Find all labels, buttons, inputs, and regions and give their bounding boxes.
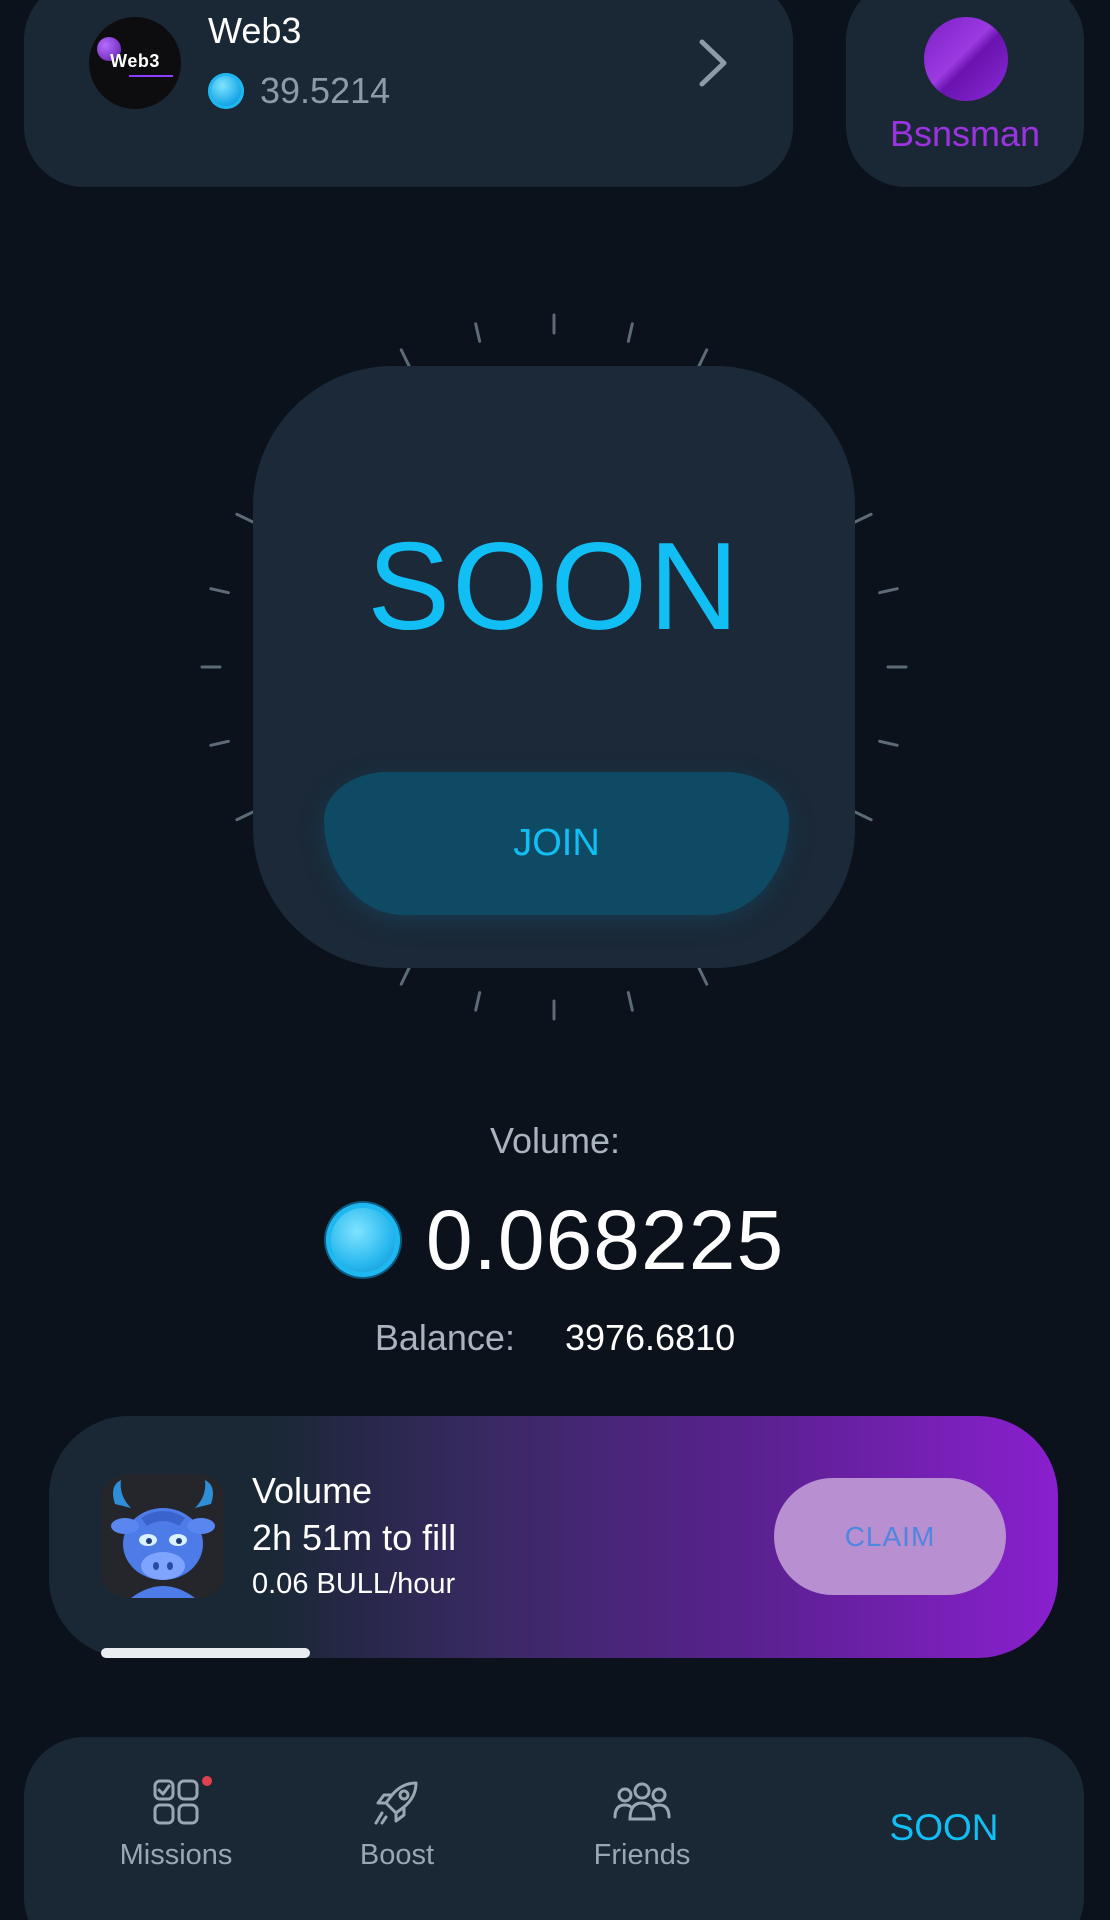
app-screen: Web3 Web3 39.5214 Bsnsman SOON JOIN Volu… [0, 0, 1110, 1920]
tick-mark [853, 512, 873, 524]
tick-mark [878, 739, 899, 747]
mining-time-to-fill: 2h 51m to fill [252, 1517, 457, 1558]
nav-label-missions: Missions [119, 1839, 233, 1871]
mining-card: Volume 2h 51m to fill 0.06 BULL/hour CLA… [49, 1416, 1058, 1658]
mining-title: Volume [252, 1470, 373, 1511]
nav-item-missions[interactable]: Missions [76, 1777, 276, 1887]
nav-item-boost[interactable]: Boost [297, 1777, 497, 1887]
tick-mark [399, 966, 411, 986]
volume-value: 0.068225 [425, 1192, 785, 1287]
bottom-navigation: Missions Boost Friends SOON [24, 1737, 1084, 1920]
coin-icon [325, 1203, 400, 1277]
tick-mark [697, 966, 709, 986]
join-button[interactable]: JOIN [324, 772, 789, 915]
volume-label: Volume: [489, 1120, 621, 1161]
nav-label-boost: Boost [359, 1839, 435, 1871]
mining-progress-fill [101, 1648, 311, 1658]
tick-mark [209, 739, 230, 747]
tick-mark [474, 991, 482, 1012]
rocket-icon [374, 1781, 418, 1825]
tick-mark [235, 512, 255, 524]
bull-mascot-avatar [101, 1474, 225, 1598]
balance-value: 3976.6810 [564, 1317, 736, 1358]
claim-button[interactable]: CLAIM [774, 1478, 1006, 1595]
tick-mark [474, 322, 482, 343]
tick-mark [235, 810, 255, 822]
friends-icon [613, 1782, 671, 1821]
nav-label-friends: Friends [593, 1839, 691, 1871]
nav-item-soon[interactable]: SOON [844, 1807, 1044, 1849]
mining-rate: 0.06 BULL/hour [252, 1568, 456, 1600]
volume-row: 0.068225 [0, 1193, 1110, 1287]
nav-item-friends[interactable]: Friends [542, 1777, 742, 1887]
claim-button-label: CLAIM [844, 1520, 936, 1552]
soon-status-label: SOON [367, 518, 741, 656]
tick-mark [878, 587, 899, 595]
tick-mark [697, 348, 709, 368]
soon-panel: SOON JOIN [253, 366, 855, 968]
tick-mark [853, 810, 873, 822]
missions-grid-icon [153, 1779, 199, 1825]
mining-progress-bar [101, 1648, 1011, 1658]
notification-dot [202, 1776, 212, 1786]
tick-mark [626, 991, 634, 1012]
balance-row: Balance: 3976.6810 [0, 1317, 1110, 1359]
balance-label: Balance: [374, 1317, 515, 1358]
join-button-label: JOIN [513, 822, 600, 864]
tick-mark [399, 348, 411, 368]
tick-mark [626, 322, 634, 343]
bull-mascot-icon [101, 1474, 225, 1598]
tick-mark [209, 587, 230, 595]
